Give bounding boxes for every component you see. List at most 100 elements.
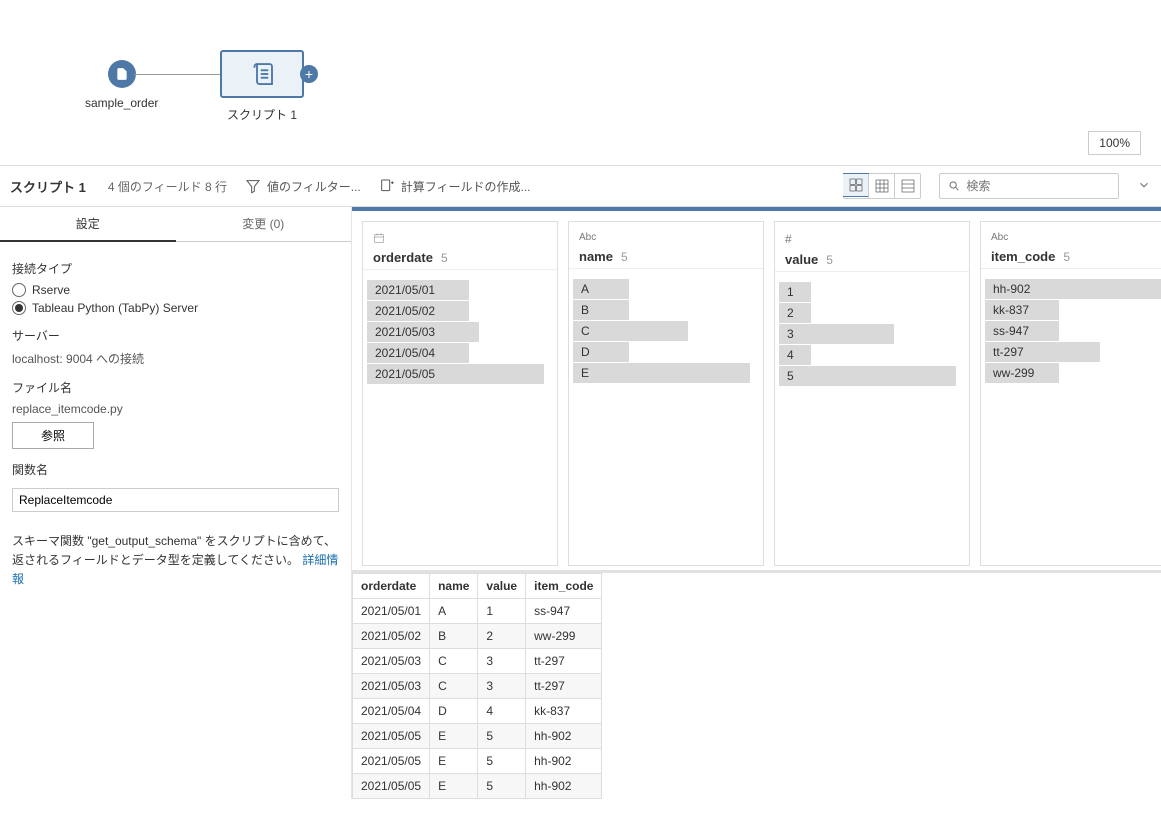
table-row[interactable]: 2021/05/03C3tt-297 [353, 649, 602, 674]
expand-button[interactable] [1137, 178, 1151, 195]
browse-button[interactable]: 参照 [12, 422, 94, 449]
datasource-icon [108, 60, 136, 88]
script-icon: + [220, 50, 304, 98]
field-card[interactable]: Abc item_code5 hh-902kk-837ss-947tt-297w… [980, 221, 1161, 566]
calc-icon [379, 178, 395, 194]
value-bar[interactable]: 2 [779, 303, 965, 323]
step-title: スクリプト 1 [10, 177, 86, 196]
field-card[interactable]: orderdate5 2021/05/012021/05/022021/05/0… [362, 221, 558, 566]
table-row[interactable]: 2021/05/04D4kk-837 [353, 699, 602, 724]
value-bar[interactable]: ss-947 [985, 321, 1161, 341]
field-distinct-count: 5 [1063, 250, 1070, 264]
radio-icon [12, 283, 26, 297]
table-row[interactable]: 2021/05/05E5hh-902 [353, 749, 602, 774]
field-type-icon: Abc [579, 232, 753, 243]
value-bar[interactable]: A [573, 279, 759, 299]
flow-node-script[interactable]: + スクリプト 1 [220, 50, 304, 123]
flow-node-input[interactable]: sample_order [85, 60, 158, 110]
view-grid-button[interactable] [868, 174, 894, 198]
settings-panel: 設定 変更 (0) 接続タイプ Rserve Tableau Python (T… [0, 207, 352, 799]
table-cell: C [430, 649, 478, 674]
value-bar[interactable]: kk-837 [985, 300, 1161, 320]
value-bar[interactable]: 2021/05/01 [367, 280, 553, 300]
table-row[interactable]: 2021/05/01A1ss-947 [353, 599, 602, 624]
radio-icon [12, 301, 26, 315]
add-step-button[interactable]: + [300, 65, 318, 83]
value-bar[interactable]: 5 [779, 366, 965, 386]
profile-cards: orderdate5 2021/05/012021/05/022021/05/0… [352, 211, 1161, 570]
field-name: item_code5 [991, 249, 1161, 264]
filter-icon [245, 178, 261, 194]
flow-canvas[interactable]: sample_order + スクリプト 1 100% [0, 0, 1161, 165]
tab-settings[interactable]: 設定 [0, 207, 176, 242]
table-cell: hh-902 [526, 749, 602, 774]
file-label: ファイル名 [12, 379, 339, 396]
search-icon [948, 179, 960, 193]
flow-node-input-label: sample_order [85, 96, 158, 110]
table-cell: 4 [478, 699, 526, 724]
radio-rserve[interactable]: Rserve [12, 283, 339, 297]
field-distinct-count: 5 [826, 253, 833, 267]
column-header[interactable]: orderdate [353, 574, 430, 599]
file-value: replace_itemcode.py [12, 402, 339, 416]
value-bar[interactable]: C [573, 321, 759, 341]
search-input[interactable] [966, 179, 1110, 193]
value-bar[interactable]: 4 [779, 345, 965, 365]
value-bar[interactable]: 2021/05/03 [367, 322, 553, 342]
table-cell: tt-297 [526, 674, 602, 699]
value-bar[interactable]: B [573, 300, 759, 320]
chevron-down-icon [1137, 178, 1151, 192]
table-cell: 1 [478, 599, 526, 624]
table-cell: 2021/05/05 [353, 724, 430, 749]
value-bar[interactable]: 1 [779, 282, 965, 302]
schema-note: スキーマ関数 "get_output_schema" をスクリプトに含めて、返さ… [12, 532, 339, 590]
table-cell: D [430, 699, 478, 724]
table-row[interactable]: 2021/05/05E5hh-902 [353, 774, 602, 799]
create-calculated-field-button[interactable]: 計算フィールドの作成... [379, 178, 531, 195]
search-box[interactable] [939, 173, 1119, 199]
table-cell: 3 [478, 674, 526, 699]
table-cell: 2021/05/04 [353, 699, 430, 724]
field-distinct-count: 5 [621, 250, 628, 264]
value-bar[interactable]: 2021/05/04 [367, 343, 553, 363]
value-bar[interactable]: E [573, 363, 759, 383]
table-cell: 2 [478, 624, 526, 649]
table-row[interactable]: 2021/05/05E5hh-902 [353, 724, 602, 749]
value-bar[interactable]: 2021/05/05 [367, 364, 553, 384]
flow-connector [134, 74, 220, 75]
filter-values-button[interactable]: 値のフィルター... [245, 178, 361, 195]
value-bar[interactable]: hh-902 [985, 279, 1161, 299]
zoom-level[interactable]: 100% [1088, 131, 1141, 155]
value-bar[interactable]: tt-297 [985, 342, 1161, 362]
table-cell: kk-837 [526, 699, 602, 724]
field-name: orderdate5 [373, 250, 547, 265]
field-distinct-count: 5 [441, 251, 448, 265]
table-cell: B [430, 624, 478, 649]
column-header[interactable]: item_code [526, 574, 602, 599]
value-bar[interactable]: 3 [779, 324, 965, 344]
connection-type-label: 接続タイプ [12, 260, 339, 277]
data-grid[interactable]: orderdatenamevalueitem_code 2021/05/01A1… [352, 570, 1161, 799]
value-bar[interactable]: 2021/05/02 [367, 301, 553, 321]
value-bar[interactable]: D [573, 342, 759, 362]
flow-node-script-label: スクリプト 1 [220, 106, 304, 123]
table-row[interactable]: 2021/05/02B2ww-299 [353, 624, 602, 649]
column-header[interactable]: value [478, 574, 526, 599]
table-cell: tt-297 [526, 649, 602, 674]
field-card[interactable]: # value5 12345 [774, 221, 970, 566]
field-name: name5 [579, 249, 753, 264]
step-subtitle: 4 個のフィールド 8 行 [108, 178, 227, 195]
tab-changes[interactable]: 変更 (0) [176, 207, 352, 242]
column-header[interactable]: name [430, 574, 478, 599]
table-cell: C [430, 674, 478, 699]
table-row[interactable]: 2021/05/03C3tt-297 [353, 674, 602, 699]
view-profile-button[interactable] [843, 173, 869, 197]
function-label: 関数名 [12, 461, 339, 478]
field-card[interactable]: Abc name5 ABCDE [568, 221, 764, 566]
value-bar[interactable]: ww-299 [985, 363, 1161, 383]
toolbar: スクリプト 1 4 個のフィールド 8 行 値のフィルター... 計算フィールド… [0, 165, 1161, 207]
radio-tabpy[interactable]: Tableau Python (TabPy) Server [12, 301, 339, 315]
view-list-button[interactable] [894, 174, 920, 198]
table-cell: 2021/05/03 [353, 649, 430, 674]
function-name-input[interactable] [12, 488, 339, 512]
